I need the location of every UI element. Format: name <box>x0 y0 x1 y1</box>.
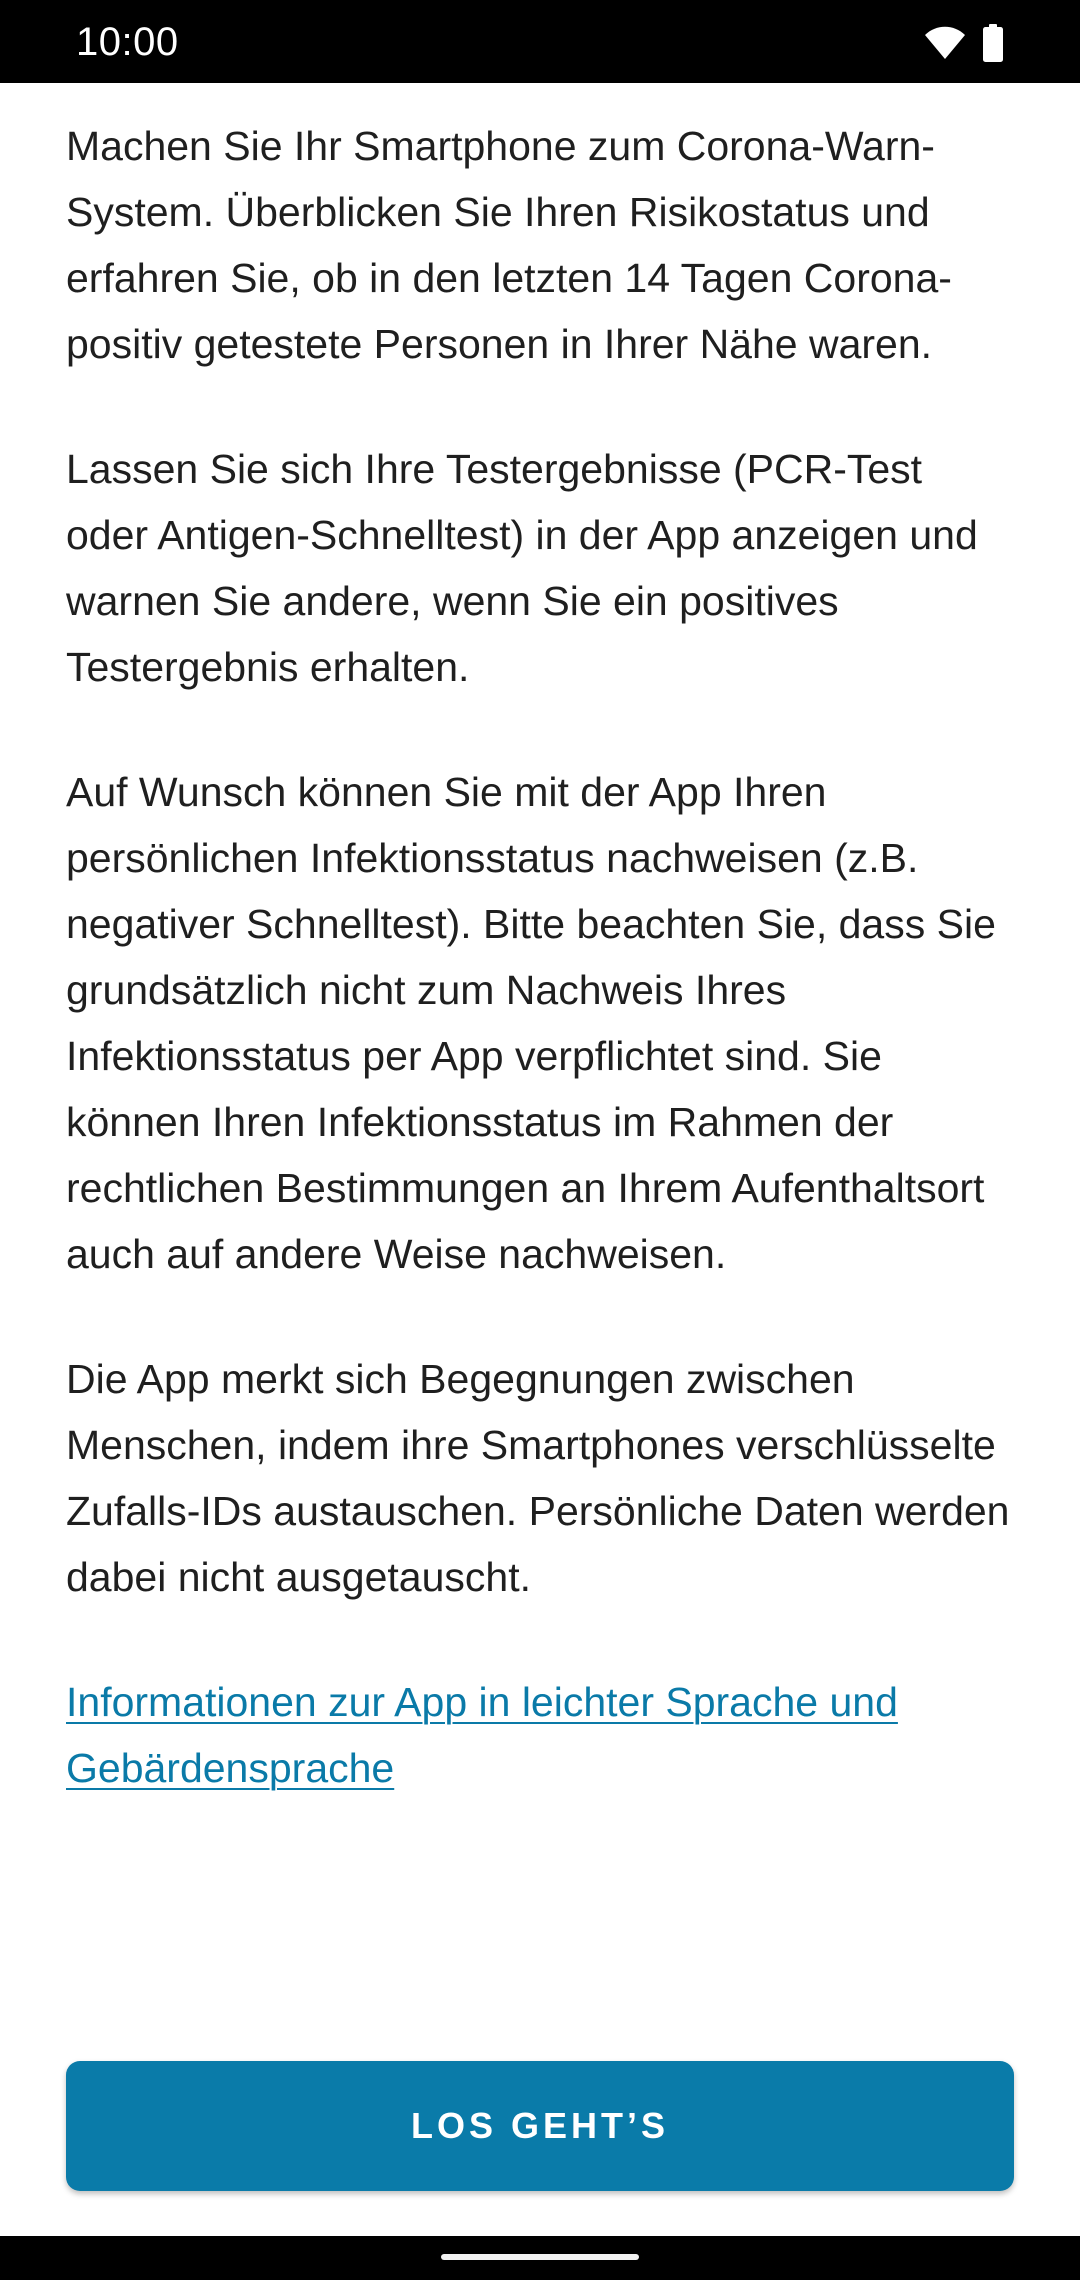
status-icons <box>924 24 1004 67</box>
infection-status-paragraph: Auf Wunsch können Sie mit der App Ihren … <box>66 769 996 1277</box>
get-started-button[interactable]: LOS GEHT’S <box>66 2061 1014 2191</box>
easy-language-link[interactable]: Informationen zur App in leichter Sprach… <box>66 1669 1014 1801</box>
content-area[interactable]: Machen Sie Ihr Smartphone zum Corona-War… <box>66 83 1014 2063</box>
battery-icon <box>982 24 1004 67</box>
intro-paragraph: Machen Sie Ihr Smartphone zum Corona-War… <box>66 123 952 367</box>
home-gesture-handle[interactable] <box>441 2254 639 2260</box>
wifi-icon <box>924 26 966 65</box>
navigation-bar <box>0 2236 1080 2280</box>
status-time: 10:00 <box>76 20 179 64</box>
status-bar: 10:00 <box>0 0 1080 83</box>
encounters-paragraph: Die App merkt sich Begegnungen zwischen … <box>66 1356 1010 1600</box>
test-results-paragraph: Lassen Sie sich Ihre Testergebnisse (PCR… <box>66 446 978 690</box>
